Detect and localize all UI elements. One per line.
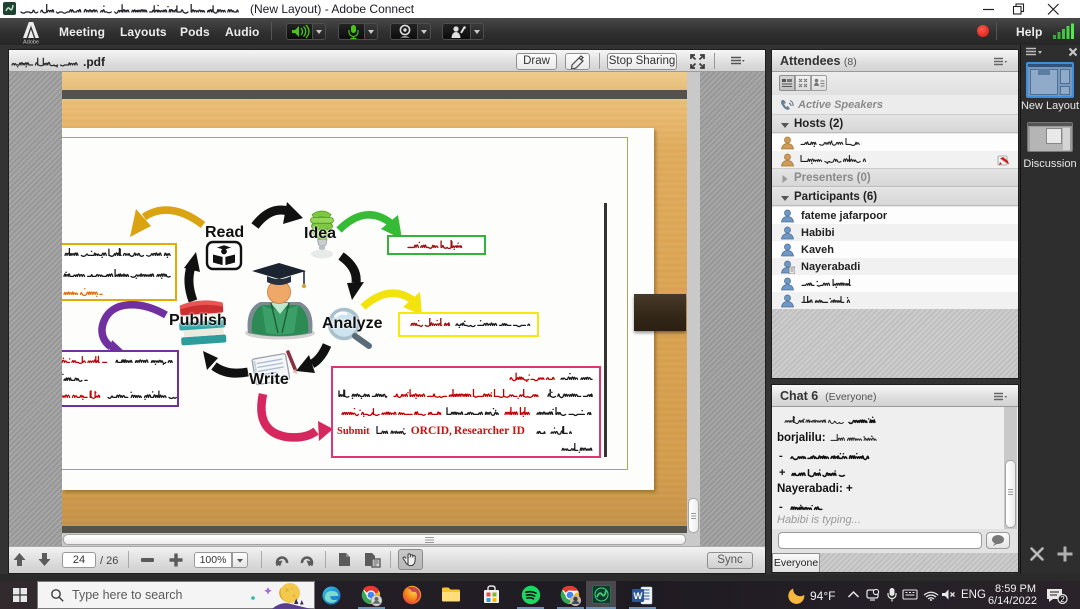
svg-text:W: W — [634, 591, 643, 602]
svg-text:Adobe: Adobe — [23, 40, 39, 46]
svg-text:2: 2 — [1060, 595, 1065, 604]
